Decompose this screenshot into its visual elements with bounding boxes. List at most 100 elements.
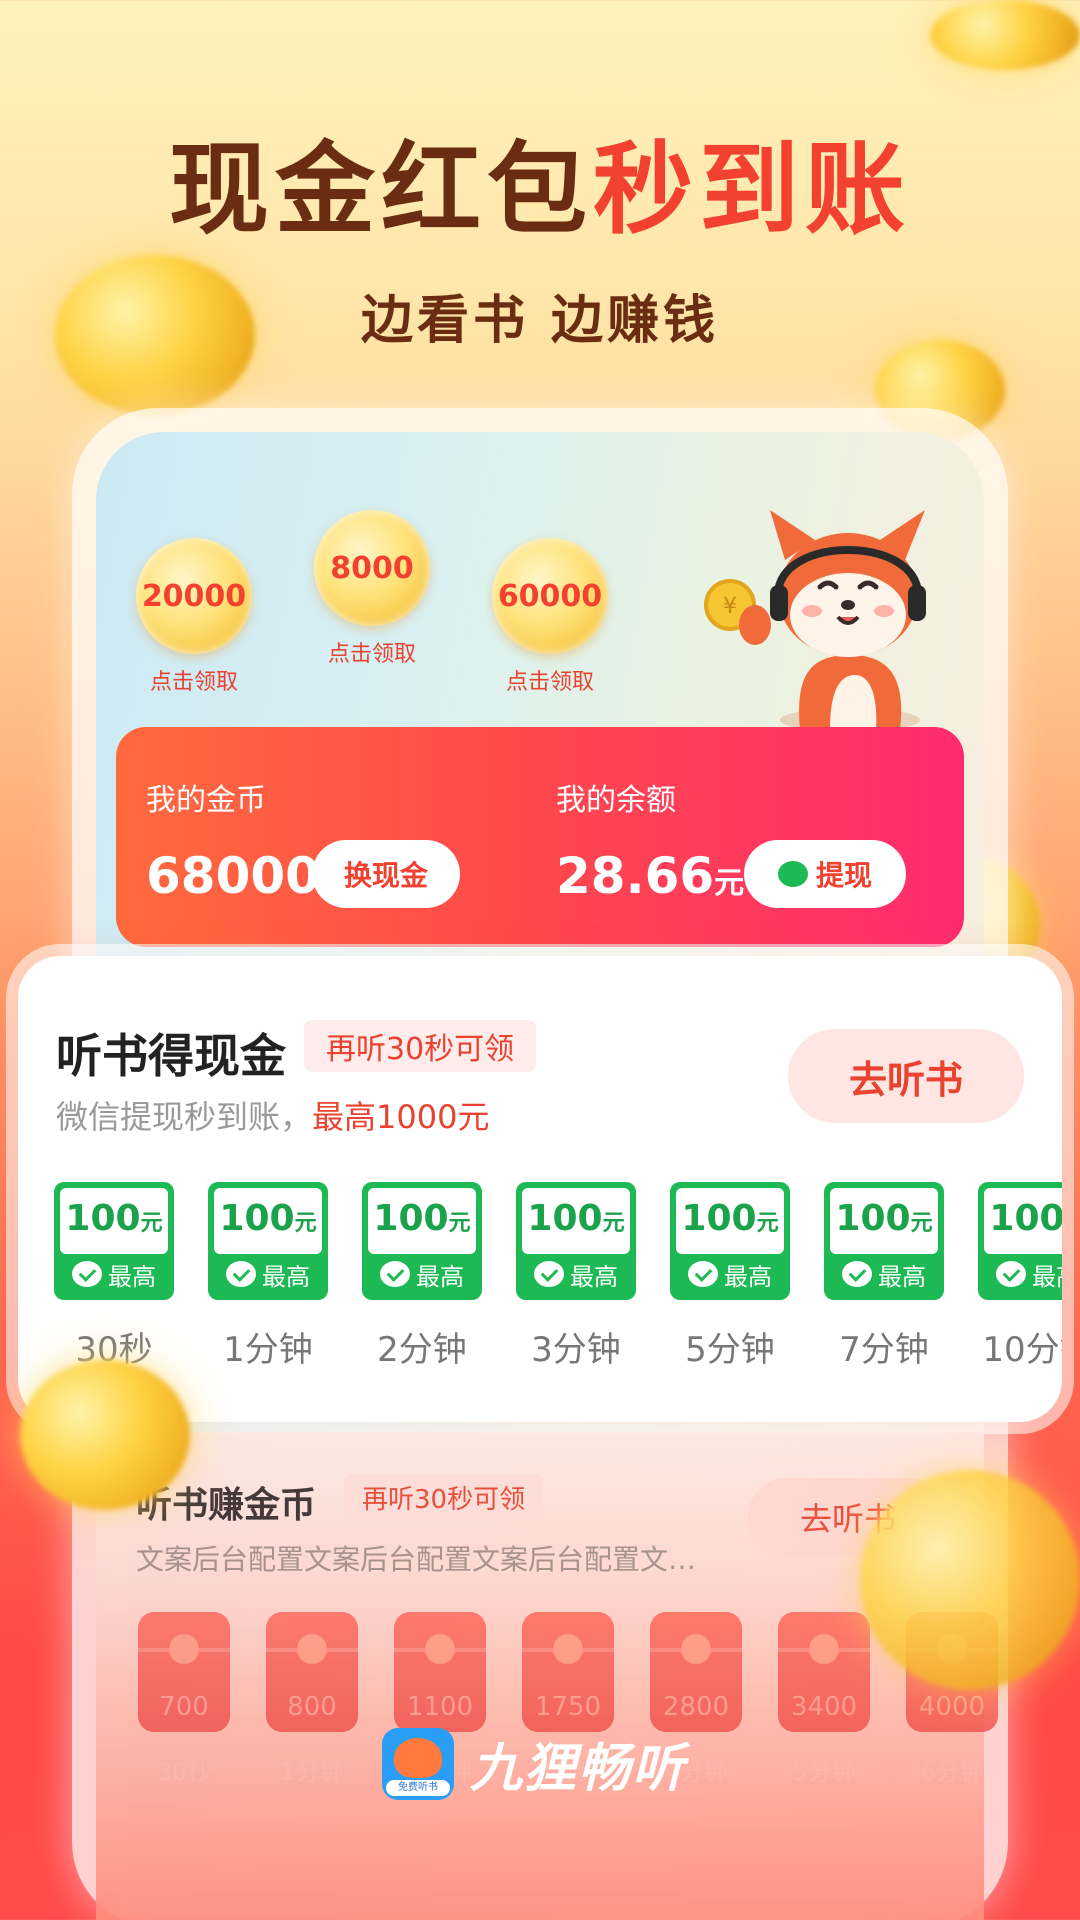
wechat-icon [777, 861, 808, 887]
packet-claim: 点击领取 [505, 670, 594, 695]
status-badge: 再听30秒可领 [344, 1474, 544, 1520]
reward-value: 100 [373, 1198, 449, 1239]
balance-card: 我的金币 68000 换现金 我的余额 28.66元 提现 [116, 727, 964, 947]
red-envelope[interactable]: 800 [266, 1612, 358, 1732]
logo-tagline: 免费听书 [386, 1779, 450, 1796]
sub-prefix: 微信提现秒到账， [56, 1098, 313, 1136]
reward-unit: 元 [140, 1211, 163, 1236]
coin-packet[interactable]: 8000 点击领取 [312, 510, 432, 668]
coin-packet[interactable]: 20000 点击领取 [134, 538, 254, 696]
reward-time: 3分钟 [531, 1330, 621, 1370]
reward-bottom: 最高 [522, 1254, 630, 1294]
reward-tile[interactable]: 100元 最高 [516, 1182, 636, 1300]
reward-time: 5分钟 [685, 1330, 775, 1370]
reward-label: 最高 [878, 1262, 926, 1291]
svg-text:¥: ¥ [723, 594, 737, 619]
reward-label: 最高 [262, 1262, 310, 1291]
reward-label: 最高 [1032, 1262, 1062, 1291]
reward-bottom: 最高 [214, 1254, 322, 1294]
app-name: 九狸畅听 [470, 1739, 687, 1799]
envelope-time: 5分钟 [792, 1758, 856, 1786]
reward-value: 100 [835, 1198, 911, 1239]
reward-unit: 元 [294, 1211, 317, 1236]
packet-amount: 20000 [136, 538, 252, 654]
reward-amount: 100元 [522, 1188, 630, 1254]
reward-tile[interactable]: 100元 最高 [54, 1182, 174, 1300]
reward-bottom: 最高 [676, 1254, 784, 1294]
reward-tile[interactable]: 100元 最高 [362, 1182, 482, 1300]
reward-label: 最高 [570, 1262, 618, 1291]
reward-time: 2分钟 [377, 1330, 467, 1370]
coins-value: 68000 [146, 847, 320, 905]
withdraw-label: 提现 [815, 859, 872, 892]
coin-packet[interactable]: 60000 点击领取 [490, 538, 610, 696]
card-subtitle: 微信提现秒到账，最高1000元 [56, 1092, 489, 1138]
reward-unit: 元 [448, 1211, 471, 1236]
reward-bottom: 最高 [984, 1254, 1062, 1294]
listen-cash-card: 听书得现金 再听30秒可领 微信提现秒到账，最高1000元 去听书 100 元 最… [18, 956, 1062, 1422]
wechat-icon [534, 1261, 564, 1287]
app-logo-icon: 免费听书 [382, 1727, 454, 1800]
page-title: 现金红包秒到账 [0, 135, 1080, 245]
listen-coins-card: 听书赚金币 再听30秒可领 文案后台配置文案后台配置文案后台配置文… 去听书 7… [96, 1432, 998, 1920]
go-listen-button[interactable]: 去听书 [788, 1029, 1024, 1123]
envelope-amount: 2800 [662, 1692, 730, 1722]
cash-unit: 元 [714, 866, 745, 901]
packet-amount: 8000 [314, 510, 430, 626]
red-envelope[interactable]: 3400 [778, 1612, 870, 1732]
envelope-amount: 700 [159, 1692, 209, 1722]
coin-icon [20, 1360, 190, 1510]
packet-amount: 60000 [492, 538, 608, 654]
fox-face-icon [394, 1737, 442, 1778]
page-subtitle: 边看书 边赚钱 [360, 291, 720, 351]
cash-amount: 28.66 [556, 847, 715, 905]
reward-amount: 100元 [60, 1188, 168, 1254]
reward-time: 10分钟 [982, 1330, 1062, 1370]
reward-bottom: 最高 [60, 1254, 168, 1294]
reward-tile[interactable]: 100元 最高 [978, 1182, 1062, 1300]
envelope-amount: 3400 [790, 1692, 858, 1722]
reward-value: 100 [65, 1198, 141, 1239]
reward-unit: 元 [756, 1211, 779, 1236]
envelope-time: 1分钟 [280, 1758, 344, 1786]
coin-icon [860, 1470, 1080, 1690]
cash-label: 我的余额 [556, 783, 676, 818]
sub-highlight: 最高1000元 [312, 1098, 490, 1136]
status-badge: 再听30秒可领 [304, 1020, 537, 1072]
envelope-time: 6分钟 [920, 1758, 984, 1786]
wechat-icon [226, 1261, 256, 1287]
title-dark: 现金红包 [169, 131, 593, 248]
withdraw-button[interactable]: 提现 [744, 840, 906, 908]
exchange-cash-button[interactable]: 换现金 [312, 840, 460, 908]
reward-bottom: 最高 [368, 1254, 476, 1294]
reward-value: 100 [219, 1198, 295, 1239]
wechat-icon [996, 1261, 1026, 1287]
reward-tile[interactable]: 100元 最高 [670, 1182, 790, 1300]
cash-value: 28.66元 [556, 847, 744, 905]
reward-label: 最高 [724, 1262, 772, 1291]
wechat-icon [688, 1261, 718, 1287]
red-envelope[interactable]: 1750 [522, 1612, 614, 1732]
reward-amount: 100元 [676, 1188, 784, 1254]
reward-amount: 100元 [368, 1188, 476, 1254]
reward-amount: 100元 [214, 1188, 322, 1254]
coins-label: 我的金币 [146, 783, 266, 818]
envelope-amount: 1750 [534, 1692, 602, 1722]
reward-time: 1分钟 [223, 1330, 313, 1370]
reward-amount: 100元 [830, 1188, 938, 1254]
red-envelope[interactable]: 1100 [394, 1612, 486, 1732]
fox-mascot-icon: ¥ [704, 510, 926, 730]
reward-value: 100 [989, 1198, 1062, 1239]
coin-icon [930, 0, 1080, 70]
reward-label: 最高 [108, 1262, 156, 1291]
wechat-icon [842, 1261, 872, 1287]
envelope-time: 30秒 [156, 1758, 212, 1786]
red-envelope[interactable]: 700 [138, 1612, 230, 1732]
reward-label: 最高 [416, 1262, 464, 1291]
reward-time: 7分钟 [839, 1330, 929, 1370]
reward-tile[interactable]: 100元 最高 [824, 1182, 944, 1300]
red-envelope[interactable]: 2800 [650, 1612, 742, 1732]
title-red: 秒到账 [593, 131, 911, 248]
wechat-icon [72, 1261, 102, 1287]
reward-tile[interactable]: 100元 最高 [208, 1182, 328, 1300]
